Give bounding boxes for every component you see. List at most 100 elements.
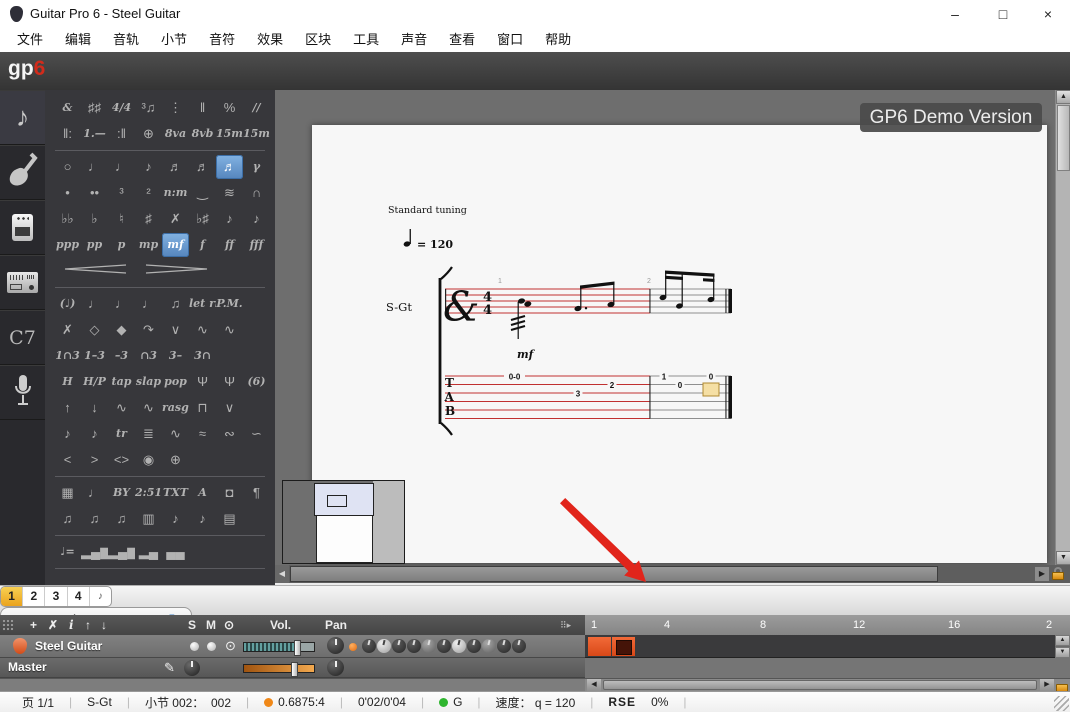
menu-查看[interactable]: 查看 (438, 28, 486, 52)
score-page[interactable]: Standard tuning = 120 S-Gt (312, 125, 1047, 563)
palette-item[interactable]: ≈ (189, 422, 216, 446)
palette-item[interactable]: ‿ (189, 181, 216, 205)
palette-item[interactable]: ♬ (216, 155, 243, 179)
remove-track-button[interactable]: ✗ (48, 615, 58, 635)
vertical-scroll-thumb[interactable] (1057, 105, 1070, 171)
palette-decrescendo[interactable] (135, 259, 216, 283)
menu-文件[interactable]: 文件 (6, 28, 54, 52)
palette-item[interactable]: ∽ (243, 422, 270, 446)
mute-toggle[interactable] (207, 642, 216, 651)
palette-item[interactable]: ⊓ (189, 396, 216, 420)
chord-palette-button[interactable]: C7 (0, 310, 45, 365)
palette-item[interactable]: ‖: (54, 122, 81, 146)
palette-item[interactable]: ♪ (189, 507, 216, 531)
palette-item[interactable]: 1.— (81, 122, 108, 146)
effect-knob[interactable] (452, 639, 466, 653)
palette-item[interactable]: H/P (81, 370, 108, 394)
palette-item[interactable]: ↑ (54, 396, 81, 420)
palette-item[interactable]: ✗ (162, 207, 189, 231)
palette-item[interactable]: tap (108, 370, 135, 394)
effect-knob[interactable] (437, 639, 451, 653)
palette-item[interactable]: % (216, 96, 243, 120)
palette-item[interactable]: n:m (162, 181, 189, 205)
menu-帮助[interactable]: 帮助 (534, 28, 582, 52)
menu-音符[interactable]: 音符 (198, 28, 246, 52)
palette-item[interactable]: fff (243, 233, 270, 257)
move-track-up-button[interactable]: ↑ (85, 615, 91, 635)
palette-item[interactable]: ⊕ (135, 122, 162, 146)
effect-knob[interactable] (422, 639, 436, 653)
maximize-button[interactable]: □ (988, 0, 1018, 28)
menu-工具[interactable]: 工具 (342, 28, 390, 52)
palette-item[interactable]: ppp (54, 233, 81, 257)
palette-item[interactable]: ∿ (189, 318, 216, 342)
effect-knob[interactable] (482, 639, 496, 653)
palette-item[interactable]: 8va (162, 122, 189, 146)
palette-item[interactable]: rasg. (162, 396, 189, 420)
master-knob[interactable] (184, 660, 200, 676)
palette-item[interactable]: ♩ (135, 292, 162, 316)
palette-item[interactable]: ♭♯ (189, 207, 216, 231)
palette-item[interactable]: γ (243, 155, 270, 179)
menu-效果[interactable]: 效果 (246, 28, 294, 52)
palette-item[interactable]: •• (81, 181, 108, 205)
timeline-scroll-left[interactable]: ◀ (587, 679, 601, 691)
menu-音轨[interactable]: 音轨 (102, 28, 150, 52)
palette-item[interactable]: ↓ (81, 396, 108, 420)
stompbox-palette-button[interactable] (0, 200, 45, 255)
palette-item[interactable]: –3 (108, 344, 135, 368)
palette-item[interactable]: (♩) (54, 292, 81, 316)
timeline-scroll-thumb[interactable] (603, 680, 1037, 690)
palette-item[interactable]: ♫ (162, 292, 189, 316)
page-button-2[interactable]: 2 (23, 587, 45, 606)
add-track-button[interactable]: + (30, 615, 37, 635)
horizontal-scroll-thumb[interactable] (290, 566, 938, 582)
volume-slider[interactable] (243, 642, 315, 652)
timeline-playhead-block[interactable] (612, 637, 635, 656)
palette-item[interactable]: H (54, 370, 81, 394)
palette-item[interactable]: tr (108, 422, 135, 446)
palette-item[interactable]: ♩ (108, 292, 135, 316)
effect-knob[interactable] (377, 639, 391, 653)
resize-grip-icon[interactable] (1054, 696, 1069, 711)
timeline-master-lane[interactable] (585, 658, 1070, 678)
palette-item[interactable]: BY (108, 481, 135, 505)
palette-item[interactable]: ♯ (135, 207, 162, 231)
palette-item[interactable]: ↷ (135, 318, 162, 342)
palette-item[interactable]: A (189, 481, 216, 505)
palette-item[interactable]: ∨ (162, 318, 189, 342)
palette-item[interactable]: ♩ (81, 481, 108, 505)
palette-item[interactable]: ¶ (243, 481, 270, 505)
instrument-palette-button[interactable] (0, 145, 45, 200)
navigator-viewport[interactable] (314, 483, 374, 516)
palette-item[interactable]: ♭♭ (54, 207, 81, 231)
palette-item[interactable]: mp (135, 233, 162, 257)
palette-item[interactable]: 8vb (189, 122, 216, 146)
palette-item[interactable]: ³ (108, 181, 135, 205)
palette-item[interactable]: ≋ (216, 181, 243, 205)
effect-knob[interactable] (512, 639, 526, 653)
effect-knob[interactable] (467, 639, 481, 653)
palette-item[interactable]: mf (162, 233, 189, 257)
palette-item[interactable]: ▤ (216, 507, 243, 531)
horizontal-scrollbar[interactable]: ◀ ▶ (275, 565, 1070, 583)
close-button[interactable]: × (1033, 0, 1063, 28)
palette-item[interactable]: (6) (243, 370, 270, 394)
palette-item[interactable]: ff (216, 233, 243, 257)
palette-item[interactable]: ∿ (108, 396, 135, 420)
palette-item[interactable]: ∿ (162, 422, 189, 446)
palette-item[interactable]: ♬ (162, 155, 189, 179)
timeline-up-button[interactable]: ▲ (1055, 635, 1070, 646)
timeline-ruler[interactable]: 14812162 (585, 615, 1070, 635)
vertical-scrollbar[interactable]: ▲ ▼ (1055, 90, 1070, 565)
palette-item[interactable]: ◇ (81, 318, 108, 342)
menu-区块[interactable]: 区块 (294, 28, 342, 52)
palette-item[interactable]: ∩ (243, 181, 270, 205)
palette-item[interactable]: slap (135, 370, 162, 394)
palette-item[interactable]: ∾ (216, 422, 243, 446)
palette-item[interactable]: f (189, 233, 216, 257)
palette-item[interactable]: ∿ (216, 318, 243, 342)
menu-编辑[interactable]: 编辑 (54, 28, 102, 52)
palette-item[interactable]: ○ (54, 155, 81, 179)
volume-slider-handle[interactable] (294, 640, 301, 656)
